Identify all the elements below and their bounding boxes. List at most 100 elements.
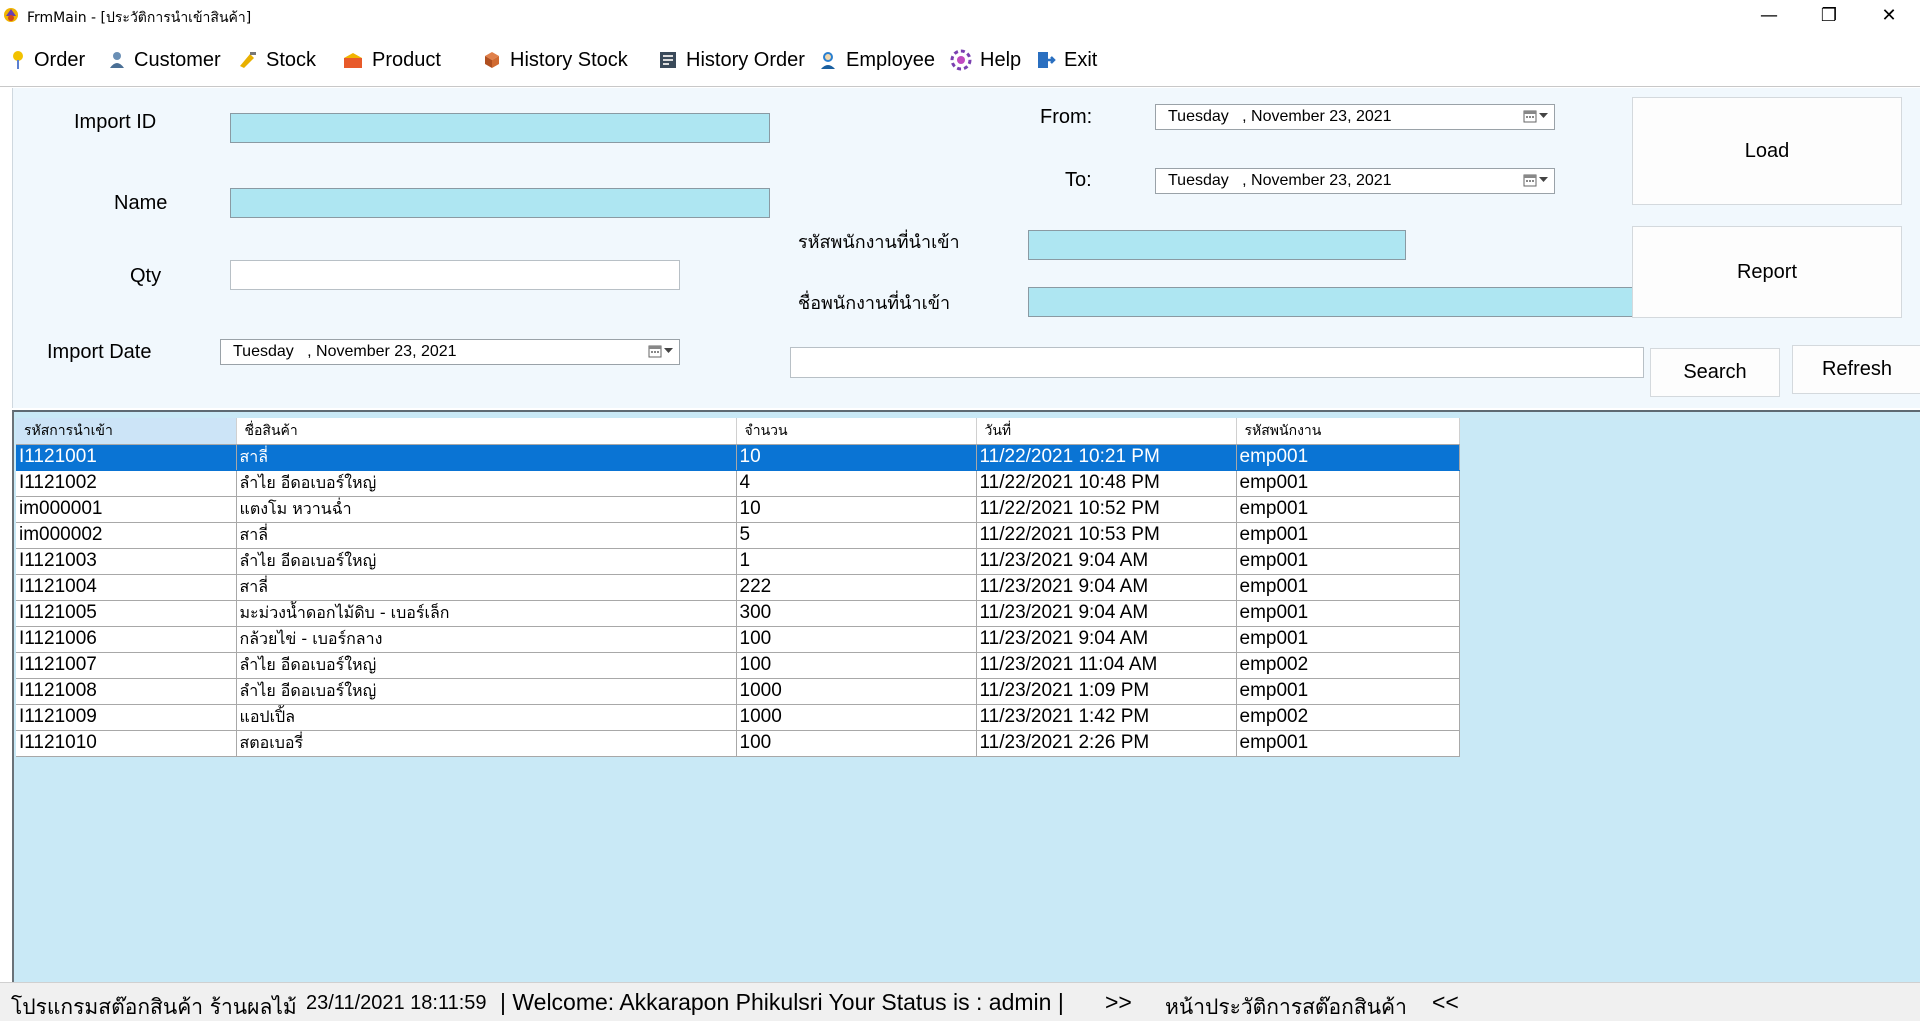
- calendar-dropdown[interactable]: [1523, 173, 1548, 187]
- cell-product-name: ลำไย อีดอเบอร์ใหญ่: [236, 652, 737, 679]
- cell-qty: 4: [736, 470, 977, 497]
- close-button[interactable]: ✕: [1866, 0, 1912, 30]
- search-button[interactable]: Search: [1650, 348, 1780, 397]
- table-row[interactable]: I1121010 สตอเบอรี่ 100 11/23/2021 2:26 P…: [16, 730, 1460, 757]
- menu-item-label: History Order: [686, 48, 805, 71]
- date-value: November 23, 2021: [1251, 108, 1392, 125]
- menu-item-history-stock[interactable]: History Stock: [482, 44, 628, 76]
- cell-date: 11/23/2021 11:04 AM: [976, 652, 1237, 679]
- menu-item-help[interactable]: Help: [950, 44, 1021, 76]
- import-date-picker[interactable]: Tuesday , November 23, 2021: [220, 339, 680, 365]
- table-row[interactable]: I1121003 ลำไย อีดอเบอร์ใหญ่ 1 11/23/2021…: [16, 548, 1460, 575]
- cell-import-id: im000002: [16, 522, 237, 549]
- menu-item-stock[interactable]: Stock: [238, 44, 316, 76]
- cell-employee-id: emp001: [1236, 470, 1460, 497]
- column-header-product-name[interactable]: ชื่อสินค้า: [236, 418, 737, 445]
- load-button[interactable]: Load: [1632, 97, 1902, 205]
- employee-id-input[interactable]: [1028, 230, 1406, 260]
- import-id-label: Import ID: [74, 111, 157, 133]
- menu-item-exit[interactable]: Exit: [1036, 44, 1097, 76]
- search-form-panel: Import ID Name Qty Import Date Tuesday ,…: [12, 88, 1920, 408]
- chevron-down-icon: [1539, 177, 1548, 182]
- table-row[interactable]: I1121008 ลำไย อีดอเบอร์ใหญ่ 1000 11/23/2…: [16, 678, 1460, 705]
- cell-date: 11/23/2021 9:04 AM: [976, 626, 1237, 653]
- cell-employee-id: emp001: [1236, 574, 1460, 601]
- search-input[interactable]: [790, 347, 1644, 378]
- import-history-table[interactable]: รหัสการนำเข้า ชื่อสินค้า จำนวน วันที่ รห…: [16, 418, 1460, 757]
- product-icon: [344, 53, 362, 68]
- status-page-name: หน้าประวัติการสต๊อกสินค้า: [1165, 995, 1407, 1019]
- cell-product-name: สาลี่: [236, 444, 737, 471]
- cell-qty: 222: [736, 574, 977, 601]
- table-row[interactable]: I1121006 กล้วยไข่ - เบอร์กลาง 100 11/23/…: [16, 626, 1460, 653]
- menu-item-customer[interactable]: Customer: [108, 44, 221, 76]
- cell-qty: 1: [736, 548, 977, 575]
- cell-date: 11/23/2021 1:09 PM: [976, 678, 1237, 705]
- menu-item-history-order[interactable]: History Order: [658, 44, 805, 76]
- table-row[interactable]: I1121005 มะม่วงน้ำดอกไม้ดิบ - เบอร์เล็ก …: [16, 600, 1460, 627]
- to-date-picker[interactable]: Tuesday , November 23, 2021: [1155, 168, 1555, 194]
- restore-button[interactable]: ❐: [1806, 0, 1852, 30]
- cell-date: 11/23/2021 9:04 AM: [976, 600, 1237, 627]
- box-icon: [485, 52, 499, 68]
- cell-date: 11/22/2021 10:48 PM: [976, 470, 1237, 497]
- qty-input[interactable]: [230, 260, 680, 290]
- employee-name-input[interactable]: [1028, 287, 1634, 317]
- name-input[interactable]: [230, 188, 770, 218]
- status-bar: โปรแกรมสต๊อกสินค้า ร้านผลไม้ 23/11/2021 …: [0, 982, 1920, 1021]
- menu-item-order[interactable]: Order: [10, 44, 85, 76]
- qty-label: Qty: [130, 265, 162, 287]
- cell-import-id: I1121005: [16, 600, 237, 627]
- cell-date: 11/23/2021 9:04 AM: [976, 574, 1237, 601]
- cell-product-name: ลำไย อีดอเบอร์ใหญ่: [236, 470, 737, 497]
- refresh-button[interactable]: Refresh: [1792, 345, 1920, 394]
- status-arrow-close: <<: [1432, 989, 1459, 1015]
- menu-item-employee[interactable]: Employee: [818, 44, 935, 76]
- pin-icon: [13, 51, 23, 69]
- cell-employee-id: emp001: [1236, 548, 1460, 575]
- column-header-date[interactable]: วันที่: [976, 418, 1237, 445]
- employee-id-label: รหัสพนักงานที่นำเข้า: [798, 232, 960, 253]
- cell-import-id: im000001: [16, 496, 237, 523]
- table-row[interactable]: I1121002 ลำไย อีดอเบอร์ใหญ่ 4 11/22/2021…: [16, 470, 1460, 497]
- cell-import-id: I1121003: [16, 548, 237, 575]
- date-value: November 23, 2021: [316, 343, 457, 360]
- customer-icon: [110, 52, 124, 68]
- help-icon: [950, 49, 972, 71]
- calendar-dropdown[interactable]: [1523, 109, 1548, 123]
- stock-icon: [240, 52, 256, 68]
- column-header-qty[interactable]: จำนวน: [736, 418, 977, 445]
- cell-employee-id: emp001: [1236, 496, 1460, 523]
- cell-product-name: กล้วยไข่ - เบอร์กลาง: [236, 626, 737, 653]
- table-row[interactable]: I1121007 ลำไย อีดอเบอร์ใหญ่ 100 11/23/20…: [16, 652, 1460, 679]
- menu-item-label: Exit: [1064, 48, 1098, 71]
- calendar-dropdown[interactable]: [648, 344, 673, 358]
- exit-icon: [1038, 52, 1056, 68]
- to-label: To:: [1065, 169, 1092, 191]
- data-grid-area: รหัสการนำเข้า ชื่อสินค้า จำนวน วันที่ รห…: [12, 410, 1920, 982]
- status-welcome: | Welcome: Akkarapon Phikulsri Your Stat…: [500, 989, 1064, 1015]
- table-row[interactable]: I1121001 สาลี่ 10 11/22/2021 10:21 PM em…: [16, 444, 1460, 471]
- from-date-picker[interactable]: Tuesday , November 23, 2021: [1155, 104, 1555, 130]
- cell-qty: 10: [736, 444, 977, 471]
- column-header-employee-id[interactable]: รหัสพนักงาน: [1236, 418, 1460, 445]
- chevron-down-icon: [664, 348, 673, 353]
- table-row[interactable]: I1121004 สาลี่ 222 11/23/2021 9:04 AM em…: [16, 574, 1460, 601]
- report-button[interactable]: Report: [1632, 226, 1902, 318]
- cell-product-name: มะม่วงน้ำดอกไม้ดิบ - เบอร์เล็ก: [236, 600, 737, 627]
- table-row[interactable]: im000002 สาลี่ 5 11/22/2021 10:53 PM emp…: [16, 522, 1460, 549]
- table-row[interactable]: I1121009 แอปเปิ้ล 1000 11/23/2021 1:42 P…: [16, 704, 1460, 731]
- column-header-import-id[interactable]: รหัสการนำเข้า: [16, 418, 237, 445]
- date-day: Tuesday ,: [1168, 172, 1247, 189]
- menu-item-label: Customer: [134, 48, 221, 71]
- menu-item-product[interactable]: Product: [342, 44, 441, 76]
- cell-employee-id: emp001: [1236, 678, 1460, 705]
- table-row[interactable]: im000001 แตงโม หวานฉ่ำ 10 11/22/2021 10:…: [16, 496, 1460, 523]
- import-id-input[interactable]: [230, 113, 770, 143]
- employee-icon: [821, 52, 835, 69]
- cell-employee-id: emp001: [1236, 600, 1460, 627]
- date-day: Tuesday ,: [1168, 108, 1247, 125]
- minimize-button[interactable]: —: [1746, 0, 1792, 30]
- cell-employee-id: emp001: [1236, 730, 1460, 757]
- cell-employee-id: emp001: [1236, 522, 1460, 549]
